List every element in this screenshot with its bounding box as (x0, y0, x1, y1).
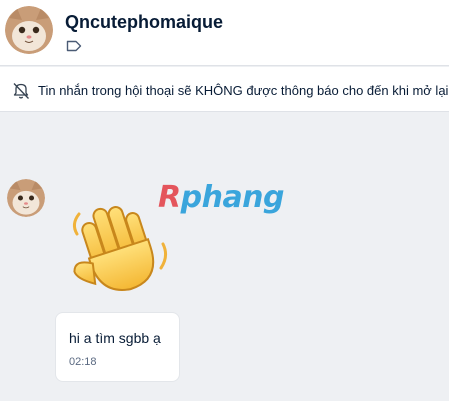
message-bubble[interactable]: hi a tìm sgbb ạ 02:18 (55, 312, 180, 382)
sender-avatar[interactable] (7, 179, 45, 217)
mute-notice-bar: Tin nhắn trong hội thoại sẽ KHÔNG được t… (0, 67, 449, 112)
message-text: hi a tìm sgbb ạ (69, 330, 161, 346)
message-timestamp: 02:18 (69, 356, 97, 368)
chat-header: Qncutephomaique (0, 0, 449, 66)
contact-avatar[interactable] (5, 6, 53, 54)
waving-hand-sticker[interactable] (67, 198, 171, 296)
bell-off-icon (13, 83, 29, 99)
watermark-logo: Rphang (158, 180, 285, 215)
tag-icon[interactable] (66, 40, 82, 52)
mute-notice-text: Tin nhắn trong hội thoại sẽ KHÔNG được t… (38, 83, 449, 98)
contact-name[interactable]: Qncutephomaique (65, 12, 223, 33)
